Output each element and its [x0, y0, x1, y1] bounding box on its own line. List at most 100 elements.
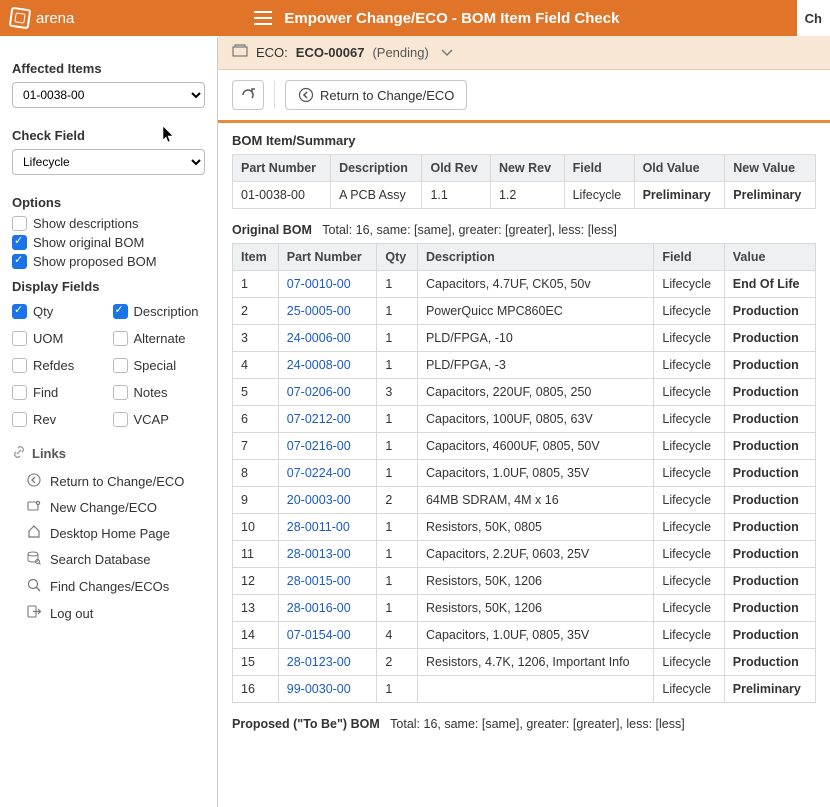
bom-field: Lifecycle — [654, 487, 724, 514]
link-new-change[interactable]: New Change/ECO — [12, 495, 205, 520]
link-find-changes[interactable]: Find Changes/ECOs — [12, 573, 205, 600]
summary-cell: 1.1 — [422, 182, 490, 209]
bom-item: 13 — [233, 595, 279, 622]
bom-item: 15 — [233, 649, 279, 676]
affected-items-select[interactable]: 01-0038-00 — [12, 82, 205, 108]
affected-items-heading: Affected Items — [12, 61, 205, 76]
summary-cell: 01-0038-00 — [233, 182, 331, 209]
bom-row: 1328-0016-001Resistors, 50K, 1206Lifecyc… — [233, 595, 816, 622]
menu-toggle-icon[interactable] — [254, 11, 272, 25]
summary-col-header: Part Number — [233, 155, 331, 182]
home-icon — [26, 525, 42, 541]
part-number-link[interactable]: 28-0016-00 — [287, 601, 351, 615]
bom-field: Lifecycle — [654, 298, 724, 325]
bom-row: 507-0206-003Capacitors, 220UF, 0805, 250… — [233, 379, 816, 406]
bom-row: 1128-0013-001Capacitors, 2.2UF, 0603, 25… — [233, 541, 816, 568]
checkbox-qty[interactable] — [12, 304, 27, 319]
bom-value: Production — [724, 379, 815, 406]
df-refdes: Refdes — [33, 358, 74, 373]
checkbox-show-proposed-bom[interactable] — [12, 254, 27, 269]
bom-field: Lifecycle — [654, 676, 724, 703]
bom-item: 4 — [233, 352, 279, 379]
bom-qty: 1 — [377, 352, 418, 379]
bom-col-header: Value — [724, 244, 815, 271]
bom-field: Lifecycle — [654, 433, 724, 460]
bom-col-header: Part Number — [278, 244, 377, 271]
checkbox-rev[interactable] — [12, 412, 27, 427]
df-qty: Qty — [33, 304, 53, 319]
part-number-link[interactable]: 99-0030-00 — [287, 682, 351, 696]
summary-col-header: New Value — [725, 155, 816, 182]
checkbox-uom[interactable] — [12, 331, 27, 346]
bom-value: Production — [724, 568, 815, 595]
sidebar: Affected Items 01-0038-00 Check Field Li… — [0, 37, 218, 807]
bom-item: 1 — [233, 271, 279, 298]
bom-desc: Resistors, 4.7K, 1206, Important Info — [417, 649, 653, 676]
bom-value: Production — [724, 460, 815, 487]
part-number-link[interactable]: 20-0003-00 — [287, 493, 351, 507]
bom-desc: Resistors, 50K, 1206 — [417, 568, 653, 595]
bom-item: 9 — [233, 487, 279, 514]
bom-value: Production — [724, 541, 815, 568]
part-number-link[interactable]: 07-0212-00 — [287, 412, 351, 426]
part-number-link[interactable]: 07-0206-00 — [287, 385, 351, 399]
eco-bar: ECO: ECO-00067 (Pending) — [218, 36, 830, 70]
part-number-link[interactable]: 07-0224-00 — [287, 466, 351, 480]
bom-value: Production — [724, 622, 815, 649]
check-field-select[interactable]: Lifecycle — [12, 149, 205, 175]
toolbar-divider — [274, 81, 275, 109]
link-search-database[interactable]: Search Database — [12, 546, 205, 573]
part-number-link[interactable]: 28-0123-00 — [287, 655, 351, 669]
return-to-change-button[interactable]: Return to Change/ECO — [285, 80, 467, 110]
summary-cell: Preliminary — [634, 182, 725, 209]
link-return-to-change[interactable]: Return to Change/ECO — [12, 468, 205, 495]
proposed-bom-caption: Proposed ("To Be") BOM Total: 16, same: … — [232, 717, 816, 731]
checkbox-description[interactable] — [113, 304, 128, 319]
link-logout[interactable]: Log out — [12, 600, 205, 626]
opt-show-desc-label: Show descriptions — [33, 216, 139, 231]
checkbox-find[interactable] — [12, 385, 27, 400]
part-number-link[interactable]: 07-0010-00 — [287, 277, 351, 291]
checkbox-show-descriptions[interactable] — [12, 216, 27, 231]
summary-col-header: New Rev — [490, 155, 564, 182]
find-changes-icon — [26, 578, 42, 595]
page-title: Empower Change/ECO - BOM Item Field Chec… — [284, 10, 619, 27]
bom-value: Production — [724, 406, 815, 433]
bom-row: 807-0224-001Capacitors, 1.0UF, 0805, 35V… — [233, 460, 816, 487]
bom-item: 5 — [233, 379, 279, 406]
part-number-link[interactable]: 28-0015-00 — [287, 574, 351, 588]
ch-button[interactable]: Ch — [797, 0, 830, 36]
topbar: arena Empower Change/ECO - BOM Item Fiel… — [0, 0, 830, 36]
bom-row: 324-0006-001PLD/FPGA, -10LifecycleProduc… — [233, 325, 816, 352]
bom-desc: Capacitors, 1.0UF, 0805, 35V — [417, 622, 653, 649]
checkbox-vcap[interactable] — [113, 412, 128, 427]
part-number-link[interactable]: 07-0154-00 — [287, 628, 351, 642]
part-number-link[interactable]: 28-0011-00 — [287, 520, 350, 534]
link-desktop-home[interactable]: Desktop Home Page — [12, 520, 205, 546]
new-change-icon — [26, 500, 42, 515]
part-number-link[interactable]: 24-0008-00 — [287, 358, 351, 372]
checkbox-alternate[interactable] — [113, 331, 128, 346]
part-number-link[interactable]: 07-0216-00 — [287, 439, 351, 453]
chevron-down-icon[interactable] — [441, 45, 453, 60]
bom-desc: Resistors, 50K, 0805 — [417, 514, 653, 541]
bom-value: Production — [724, 595, 815, 622]
bom-value: Preliminary — [724, 676, 815, 703]
checkbox-notes[interactable] — [113, 385, 128, 400]
bom-desc: Capacitors, 1.0UF, 0805, 35V — [417, 460, 653, 487]
part-number-link[interactable]: 28-0013-00 — [287, 547, 351, 561]
summary-col-header: Description — [331, 155, 422, 182]
bom-value: Production — [724, 487, 815, 514]
part-number-link[interactable]: 25-0005-00 — [287, 304, 351, 318]
bom-desc: PowerQuicc MPC860EC — [417, 298, 653, 325]
summary-heading: BOM Item/Summary — [232, 133, 816, 148]
main-content: Return to Change/ECO BOM Item/Summary Pa… — [218, 70, 830, 807]
checkbox-show-original-bom[interactable] — [12, 235, 27, 250]
checkbox-refdes[interactable] — [12, 358, 27, 373]
part-number-link[interactable]: 24-0006-00 — [287, 331, 351, 345]
bom-field: Lifecycle — [654, 271, 724, 298]
checkbox-special[interactable] — [113, 358, 128, 373]
bom-desc: PLD/FPGA, -10 — [417, 325, 653, 352]
refresh-button[interactable] — [232, 80, 264, 110]
logout-icon — [26, 605, 42, 621]
